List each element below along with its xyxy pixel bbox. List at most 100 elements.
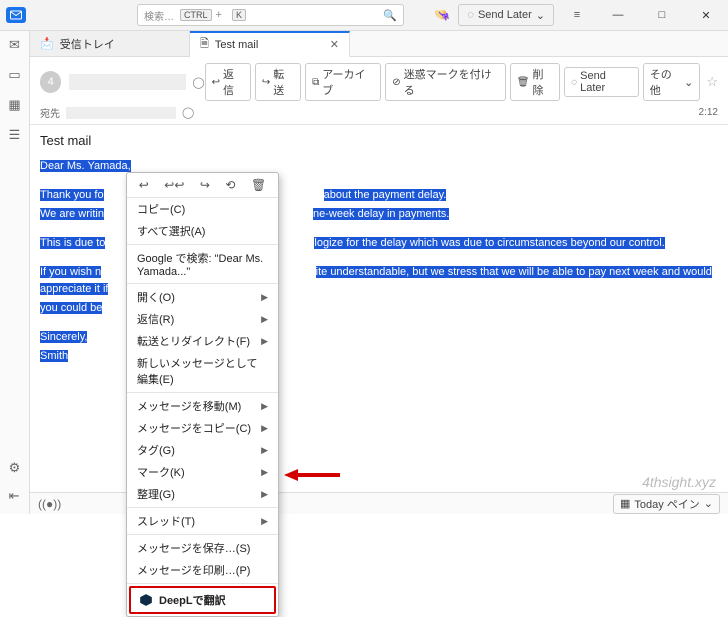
addon-icon[interactable]: 👒	[434, 7, 450, 23]
tab-bar: 📩 受信トレイ 🗎 Test mail ✕	[30, 31, 728, 57]
left-rail: ✉ ▭ ▦ ☰ ⚙ ⇤	[0, 31, 30, 514]
ctx-mark[interactable]: マーク(K)▶	[127, 461, 278, 483]
body-line: you could be	[40, 302, 102, 314]
app-icon	[6, 7, 26, 23]
minimize-button[interactable]: —	[596, 0, 640, 31]
ctx-open[interactable]: 開く(O)▶	[127, 286, 278, 308]
junk-button[interactable]: ⊘迷惑マークを付ける	[385, 63, 506, 101]
reply-icon: ↩	[212, 77, 220, 88]
kbd-ctrl: CTRL	[180, 9, 212, 21]
content-pane: 📩 受信トレイ 🗎 Test mail ✕ 4 ◯ ↩返信 ↪転送 ⧉アーカイブ…	[30, 31, 728, 514]
ctx-deepl-translate[interactable]: DeepLで翻訳	[131, 588, 274, 612]
reply-button[interactable]: ↩返信	[205, 63, 251, 101]
search-placeholder: 検索…	[144, 8, 174, 23]
delete-button[interactable]: 🗑削除	[510, 63, 560, 101]
calendar-icon[interactable]: ▦	[8, 97, 20, 113]
body-line: Sincerely,	[40, 331, 87, 343]
title-bar: 検索… CTRL + K 🔍 👒 ◌ Send Later ⌄ ≡ — □ ✕	[0, 0, 728, 31]
search-icon: 🔍	[383, 9, 397, 22]
tab-close-icon[interactable]: ✕	[330, 38, 339, 51]
trash-icon: 🗑	[517, 77, 530, 88]
archive-icon: ⧉	[312, 77, 319, 88]
star-icon[interactable]: ☆	[706, 74, 718, 90]
context-menu: ↩ ↩↩ ↪ ⟲ 🗑 コピー(C) すべて選択(A) Google で検索: "…	[126, 172, 279, 617]
body-line: Dear Ms. Yamada,	[40, 160, 131, 172]
address-book-icon[interactable]: ▭	[8, 67, 20, 83]
reply-all-icon[interactable]: ↩↩	[164, 178, 184, 192]
ctx-forward-redirect[interactable]: 転送とリダイレクト(F)▶	[127, 330, 278, 352]
redirect-icon[interactable]: ⟲	[225, 178, 235, 192]
today-pane-button[interactable]: ▦ Today ペイン ⌄	[613, 494, 720, 514]
to-redacted	[66, 107, 176, 119]
ctx-tag[interactable]: タグ(G)▶	[127, 439, 278, 461]
submenu-arrow-icon: ▶	[261, 336, 268, 347]
sender-redacted	[69, 74, 186, 90]
maximize-button[interactable]: □	[640, 0, 684, 31]
presence-icon: ◯	[192, 76, 204, 89]
header-actions: ↩返信 ↪転送 ⧉アーカイブ ⊘迷惑マークを付ける 🗑削除 ◌Send Late…	[205, 63, 718, 101]
to-label: 宛先	[40, 105, 60, 120]
reply-icon[interactable]: ↩	[139, 178, 149, 192]
hamburger-icon[interactable]: ≡	[562, 9, 592, 21]
callout-arrow	[284, 467, 340, 486]
title-right: 👒 ◌ Send Later ⌄ ≡ — □ ✕	[434, 0, 728, 30]
status-online-icon[interactable]: ((●))	[38, 497, 61, 511]
ctx-copy-message[interactable]: メッセージをコピー(C)▶	[127, 417, 278, 439]
ctx-organize[interactable]: 整理(G)▶	[127, 483, 278, 505]
body-line: We are writin	[40, 208, 104, 220]
spinner-icon: ◌	[571, 77, 577, 88]
avatar: 4	[40, 71, 61, 93]
send-later-header-button[interactable]: ◌Send Later	[564, 67, 639, 97]
tab-mail[interactable]: 🗎 Test mail ✕	[190, 31, 350, 57]
title-left	[0, 7, 32, 23]
body-line: logize for the delay which was due to ci…	[314, 237, 664, 249]
collapse-icon[interactable]: ⇤	[9, 488, 21, 504]
mail-icon: 🗎	[200, 35, 209, 54]
message-header: 4 ◯ ↩返信 ↪転送 ⧉アーカイブ ⊘迷惑マークを付ける 🗑削除 ◌Send …	[30, 57, 728, 125]
ctx-select-all[interactable]: すべて選択(A)	[127, 220, 278, 242]
tasks-icon[interactable]: ☰	[9, 127, 21, 143]
forward-icon: ↪	[262, 77, 270, 88]
send-later-button[interactable]: ◌ Send Later ⌄	[458, 4, 554, 26]
ctx-google-search[interactable]: Google で検索: "Dear Ms. Yamada..."	[127, 247, 278, 281]
tab-inbox-label: 受信トレイ	[60, 36, 115, 52]
submenu-arrow-icon: ▶	[261, 467, 268, 478]
settings-icon[interactable]: ⚙	[9, 460, 21, 476]
forward-button[interactable]: ↪転送	[255, 63, 301, 101]
ctx-edit-as-new[interactable]: 新しいメッセージとして編集(E)	[127, 352, 278, 390]
inbox-icon: 📩	[40, 37, 54, 50]
submenu-arrow-icon: ▶	[261, 489, 268, 500]
submenu-arrow-icon: ▶	[261, 401, 268, 412]
junk-icon: ⊘	[392, 77, 400, 88]
ctx-copy[interactable]: コピー(C)	[127, 198, 278, 220]
context-icon-row: ↩ ↩↩ ↪ ⟲ 🗑	[127, 173, 278, 198]
watermark: 4thsight.xyz	[642, 474, 716, 490]
today-pane-label: Today ペイン	[634, 496, 699, 512]
submenu-arrow-icon: ▶	[261, 423, 268, 434]
ctx-reply[interactable]: 返信(R)▶	[127, 308, 278, 330]
deepl-highlight-box: DeepLで翻訳	[129, 586, 276, 614]
forward-icon[interactable]: ↪	[200, 178, 210, 192]
submenu-arrow-icon: ▶	[261, 292, 268, 303]
other-button[interactable]: その他 ⌄	[643, 63, 701, 101]
submenu-arrow-icon: ▶	[261, 314, 268, 325]
message-subject: Test mail	[30, 125, 728, 154]
body-line: Thank you fo	[40, 189, 104, 201]
body-line: Smith	[40, 350, 68, 362]
trash-icon[interactable]: 🗑	[251, 178, 266, 192]
ctx-move-message[interactable]: メッセージを移動(M)▶	[127, 395, 278, 417]
search-box[interactable]: 検索… CTRL + K 🔍	[137, 4, 404, 26]
tab-inbox[interactable]: 📩 受信トレイ	[30, 31, 190, 56]
mail-rail-icon[interactable]: ✉	[9, 37, 20, 53]
submenu-arrow-icon: ▶	[261, 445, 268, 456]
body-line: about the payment delay.	[324, 189, 447, 201]
ctx-print-message[interactable]: メッセージを印刷…(P)	[127, 559, 278, 581]
chevron-down-icon: ⌄	[684, 76, 693, 89]
ctx-thread[interactable]: スレッド(T)▶	[127, 510, 278, 532]
close-button[interactable]: ✕	[684, 0, 728, 31]
ctx-save-message[interactable]: メッセージを保存…(S)	[127, 537, 278, 559]
message-time: 2:12	[699, 107, 718, 118]
archive-button[interactable]: ⧉アーカイブ	[305, 63, 381, 101]
deepl-icon	[139, 593, 153, 607]
send-later-label: Send Later	[478, 9, 532, 21]
